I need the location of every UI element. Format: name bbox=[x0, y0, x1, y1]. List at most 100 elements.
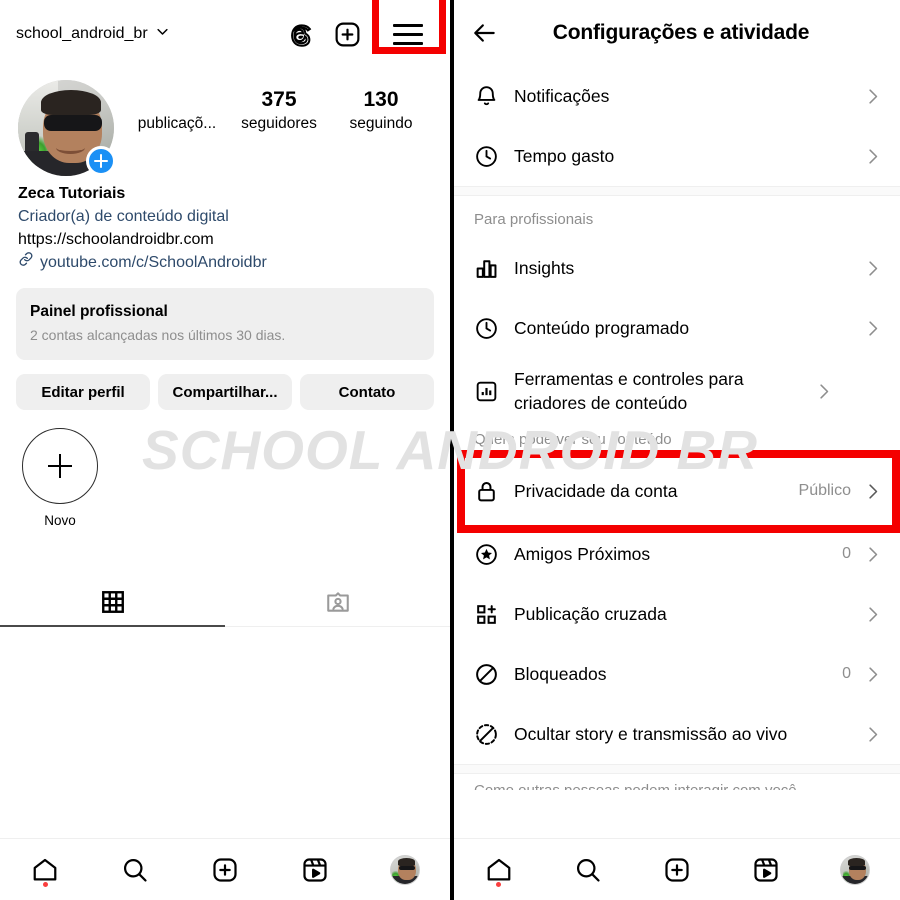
profile-topbar: school_android_br bbox=[0, 0, 450, 68]
clock-icon bbox=[474, 144, 514, 169]
chevron-right-icon bbox=[863, 259, 882, 278]
nav-add-post[interactable] bbox=[632, 839, 721, 900]
chart-box-icon bbox=[474, 379, 514, 404]
profile-avatar[interactable] bbox=[18, 80, 116, 176]
profile-avatar-icon[interactable] bbox=[840, 854, 871, 885]
privacy-value: Público bbox=[798, 482, 851, 499]
stat-posts-label: publicaçõ... bbox=[137, 115, 217, 132]
setting-label: Conteúdo programado bbox=[514, 318, 690, 338]
setting-privacidade-da-conta[interactable]: Privacidade da conta Público bbox=[454, 458, 900, 524]
clock-icon bbox=[474, 316, 514, 341]
bar-chart-icon bbox=[474, 256, 514, 281]
chevron-right-icon bbox=[863, 147, 882, 166]
tab-tagged[interactable] bbox=[225, 578, 450, 626]
setting-label: Notificações bbox=[514, 86, 610, 106]
profile-avatar-icon[interactable] bbox=[390, 854, 420, 885]
plus-square-icon[interactable] bbox=[333, 20, 362, 49]
setting-label: Ferramentas e controles para criadores d… bbox=[514, 369, 744, 413]
hamburger-menu-icon[interactable] bbox=[393, 18, 423, 51]
settings-panel: Configurações e atividade Notificações T… bbox=[450, 0, 900, 900]
chevron-right-icon bbox=[863, 482, 882, 501]
nav-add-post[interactable] bbox=[180, 839, 270, 900]
setting-label: Amigos Próximos bbox=[514, 544, 651, 564]
username-label[interactable]: school_android_br bbox=[16, 25, 148, 43]
add-story-badge-icon[interactable] bbox=[86, 146, 116, 176]
stat-posts[interactable]: publicaçõ... bbox=[126, 86, 228, 135]
setting-publicacao-cruzada[interactable]: Publicação cruzada bbox=[454, 584, 900, 644]
share-profile-button[interactable]: Compartilhar... bbox=[158, 374, 292, 410]
edit-profile-button[interactable]: Editar perfil bbox=[16, 374, 150, 410]
nav-search[interactable] bbox=[543, 839, 632, 900]
bio-external-link[interactable]: youtube.com/c/SchoolAndroidbr bbox=[18, 251, 432, 274]
setting-label: Insights bbox=[514, 258, 575, 278]
bio-link-text: youtube.com/c/SchoolAndroidbr bbox=[40, 254, 267, 271]
setting-ocultar-story[interactable]: Ocultar story e transmissão ao vivo bbox=[454, 704, 900, 764]
chevron-right-icon bbox=[863, 665, 882, 684]
bio-display-name: Zeca Tutoriais bbox=[18, 185, 126, 202]
stat-posts-number bbox=[126, 86, 228, 113]
profile-action-buttons: Editar perfil Compartilhar... Contato bbox=[0, 360, 450, 410]
pro-card-title: Painel profissional bbox=[30, 303, 168, 320]
stat-following-label: seguindo bbox=[349, 115, 413, 132]
chevron-right-icon bbox=[863, 545, 882, 564]
nav-home[interactable] bbox=[0, 839, 90, 900]
app-root: SCHOOL ANDROID BR school_android_br publ… bbox=[0, 0, 900, 900]
setting-tempo-gasto[interactable]: Tempo gasto bbox=[454, 126, 900, 186]
bio-website: https://schoolandroidbr.com bbox=[18, 231, 214, 248]
nav-profile[interactable] bbox=[811, 839, 900, 900]
hamburger-menu-button[interactable] bbox=[372, 0, 446, 59]
contact-button[interactable]: Contato bbox=[300, 374, 434, 410]
stat-following[interactable]: 130 seguindo bbox=[330, 86, 432, 135]
setting-label: Ocultar story e transmissão ao vivo bbox=[514, 724, 788, 744]
chevron-right-icon bbox=[863, 725, 882, 744]
stat-followers-label: seguidores bbox=[241, 115, 317, 132]
chevron-right-icon bbox=[863, 605, 882, 624]
section-header-clipped: Como outras pessoas podem interagir com … bbox=[454, 774, 900, 790]
profile-bio: Zeca Tutoriais Criador(a) de conteúdo di… bbox=[0, 176, 450, 274]
bell-icon bbox=[474, 84, 514, 109]
story-highlights: Novo bbox=[0, 410, 450, 528]
setting-conteudo-programado[interactable]: Conteúdo programado bbox=[454, 298, 900, 358]
setting-label: Privacidade da conta bbox=[514, 481, 678, 501]
new-highlight-label: Novo bbox=[44, 513, 76, 528]
home-badge-dot bbox=[42, 882, 48, 887]
plus-circle-icon[interactable] bbox=[22, 428, 98, 504]
professional-dashboard-card[interactable]: Painel profissional 2 contas alcançadas … bbox=[16, 288, 434, 360]
setting-ferramentas-criadores[interactable]: Ferramentas e controles para criadores d… bbox=[454, 358, 900, 424]
profile-stats: publicaçõ... 375 seguidores 130 seguindo bbox=[114, 80, 432, 135]
setting-insights[interactable]: Insights bbox=[454, 238, 900, 298]
setting-amigos-proximos[interactable]: Amigos Próximos 0 bbox=[454, 524, 900, 584]
settings-topbar: Configurações e atividade bbox=[454, 0, 900, 66]
setting-notificacoes[interactable]: Notificações bbox=[454, 66, 900, 126]
nav-search[interactable] bbox=[90, 839, 180, 900]
chevron-down-icon[interactable] bbox=[155, 24, 170, 44]
nav-home[interactable] bbox=[454, 839, 543, 900]
threads-icon[interactable] bbox=[286, 20, 315, 49]
new-highlight-item[interactable]: Novo bbox=[20, 428, 100, 528]
profile-summary-row: publicaçõ... 375 seguidores 130 seguindo bbox=[0, 68, 450, 176]
privacy-row-wrapper: Privacidade da conta Público bbox=[454, 450, 900, 533]
nav-reels[interactable] bbox=[722, 839, 811, 900]
star-circle-icon bbox=[474, 542, 514, 567]
section-divider bbox=[454, 186, 900, 196]
chevron-right-icon bbox=[814, 382, 833, 401]
chevron-right-icon bbox=[863, 319, 882, 338]
lock-icon bbox=[474, 479, 514, 504]
setting-label: Publicação cruzada bbox=[514, 604, 667, 624]
profile-tabs bbox=[0, 578, 450, 627]
stat-followers[interactable]: 375 seguidores bbox=[228, 86, 330, 135]
tab-grid[interactable] bbox=[0, 578, 225, 627]
home-badge-dot bbox=[496, 882, 502, 887]
nav-profile[interactable] bbox=[360, 839, 450, 900]
setting-bloqueados[interactable]: Bloqueados 0 bbox=[454, 644, 900, 704]
stat-followers-number: 375 bbox=[261, 88, 297, 111]
profile-panel: school_android_br publicaçõ... 375 segui… bbox=[0, 0, 450, 900]
nav-reels[interactable] bbox=[270, 839, 360, 900]
pro-card-subtitle: 2 contas alcançadas nos últimos 30 dias. bbox=[30, 327, 286, 343]
bottom-navigation-right bbox=[454, 838, 900, 900]
back-arrow-icon[interactable] bbox=[472, 20, 506, 46]
bio-category: Criador(a) de conteúdo digital bbox=[18, 208, 229, 225]
setting-label: Bloqueados bbox=[514, 664, 607, 684]
setting-label: Tempo gasto bbox=[514, 146, 615, 166]
link-icon bbox=[18, 251, 34, 274]
